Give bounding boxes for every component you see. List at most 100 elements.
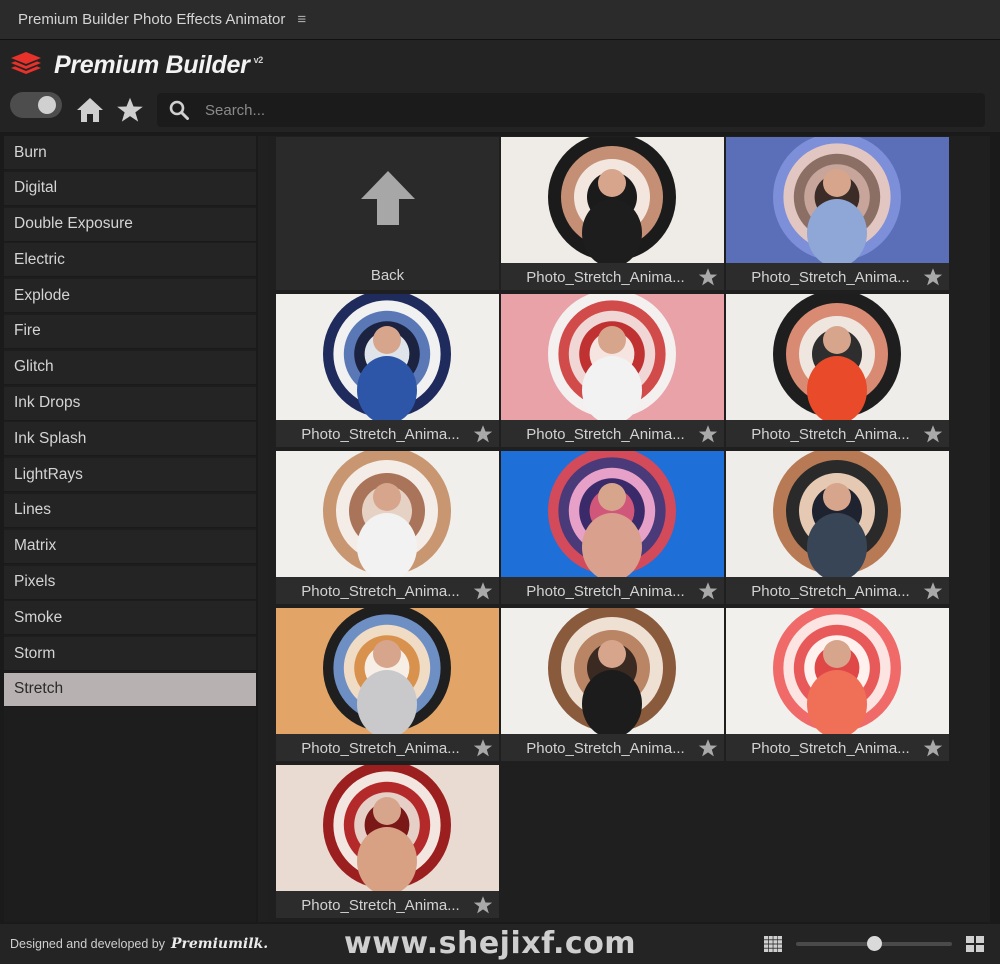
favorite-star-icon[interactable] xyxy=(471,424,495,444)
favorite-star-icon[interactable] xyxy=(921,424,945,444)
effect-name: Photo_Stretch_Anima... xyxy=(526,582,685,600)
toolbar xyxy=(0,90,1000,132)
search-input[interactable] xyxy=(205,101,965,119)
search-icon xyxy=(169,100,189,120)
sidebar-item-ink-drops[interactable]: Ink Drops xyxy=(4,386,256,421)
brand-name: Premium Builder v2 xyxy=(54,50,263,79)
effect-tile[interactable]: Photo_Stretch_Anima... xyxy=(276,608,499,761)
sidebar-item-fire[interactable]: Fire xyxy=(4,314,256,349)
effect-name: Photo_Stretch_Anima... xyxy=(751,582,910,600)
effect-tile[interactable]: Photo_Stretch_Anima... xyxy=(501,451,724,604)
effect-thumbnail xyxy=(726,451,949,577)
sidebar-item-pixels[interactable]: Pixels xyxy=(4,565,256,600)
effect-name: Photo_Stretch_Anima... xyxy=(751,739,910,757)
effect-caption: Photo_Stretch_Anima... xyxy=(501,735,724,761)
effect-name: Photo_Stretch_Anima... xyxy=(301,896,460,914)
sidebar-item-ink-splash[interactable]: Ink Splash xyxy=(4,422,256,457)
thumbnail-size-slider[interactable] xyxy=(796,936,952,951)
sidebar-item-stretch[interactable]: Stretch xyxy=(4,672,256,707)
slider-thumb[interactable] xyxy=(866,936,882,951)
effect-tile[interactable]: Photo_Stretch_Anima... xyxy=(501,137,724,290)
sidebar-item-label: LightRays xyxy=(14,465,83,483)
sidebar-item-explode[interactable]: Explode xyxy=(4,279,256,314)
thumbnail-artwork xyxy=(276,451,499,577)
effect-tile[interactable]: Photo_Stretch_Anima... xyxy=(726,137,949,290)
grid-large-icon[interactable] xyxy=(966,936,984,952)
sidebar-item-label: Glitch xyxy=(14,358,54,376)
mode-toggle[interactable] xyxy=(10,92,62,118)
effect-caption: Photo_Stretch_Anima... xyxy=(276,578,499,604)
sidebar-item-matrix[interactable]: Matrix xyxy=(4,529,256,564)
credit-text: Designed and developed by xyxy=(10,937,165,951)
hamburger-icon[interactable]: ≡ xyxy=(297,11,306,28)
arrow-up-icon xyxy=(361,171,415,225)
effect-name: Photo_Stretch_Anima... xyxy=(526,268,685,286)
sidebar-item-label: Storm xyxy=(14,644,56,662)
thumbnail-artwork xyxy=(726,137,949,263)
brand-header: Premium Builder v2 xyxy=(0,40,1000,90)
effect-name: Photo_Stretch_Anima... xyxy=(526,425,685,443)
sidebar-item-double-exposure[interactable]: Double Exposure xyxy=(4,207,256,242)
effect-thumbnail xyxy=(501,294,724,420)
grid-small-icon[interactable] xyxy=(764,936,782,952)
effect-tile[interactable]: Photo_Stretch_Anima... xyxy=(726,608,949,761)
favorite-star-icon[interactable] xyxy=(921,267,945,287)
effect-tile[interactable]: Photo_Stretch_Anima... xyxy=(276,451,499,604)
subject-head xyxy=(373,326,401,354)
back-label: Back xyxy=(370,267,405,284)
effect-tile[interactable]: Photo_Stretch_Anima... xyxy=(501,608,724,761)
effect-caption: Photo_Stretch_Anima... xyxy=(276,735,499,761)
window-title: Premium Builder Photo Effects Animator xyxy=(18,11,286,28)
effect-tile[interactable]: Photo_Stretch_Anima... xyxy=(726,294,949,447)
favorite-star-icon[interactable] xyxy=(471,581,495,601)
favorite-star-icon[interactable] xyxy=(696,267,720,287)
sidebar-item-lightrays[interactable]: LightRays xyxy=(4,458,256,493)
sidebar-item-smoke[interactable]: Smoke xyxy=(4,601,256,636)
search-box[interactable] xyxy=(157,93,985,127)
subject-head xyxy=(823,169,851,197)
subject-head xyxy=(598,483,626,511)
effect-thumbnail xyxy=(501,137,724,263)
toggle-knob xyxy=(38,96,56,114)
effect-tile[interactable]: Photo_Stretch_Anima... xyxy=(276,765,499,918)
effect-tile[interactable]: Photo_Stretch_Anima... xyxy=(276,294,499,447)
sidebar-item-storm[interactable]: Storm xyxy=(4,637,256,672)
sidebar-item-glitch[interactable]: Glitch xyxy=(4,350,256,385)
sidebar-item-burn[interactable]: Burn xyxy=(4,136,256,170)
home-icon xyxy=(77,98,103,122)
effect-tile[interactable]: Photo_Stretch_Anima... xyxy=(726,451,949,604)
sidebar-item-label: Ink Splash xyxy=(14,429,87,447)
effects-grid: Back Photo_Stretch_Anima... Photo_Stretch… xyxy=(268,136,990,922)
favorite-star-icon[interactable] xyxy=(696,581,720,601)
category-sidebar: Burn Digital Double Exposure Electric Explod… xyxy=(4,136,256,922)
favorite-star-icon[interactable] xyxy=(921,581,945,601)
effect-caption: Photo_Stretch_Anima... xyxy=(501,264,724,290)
effect-caption: Photo_Stretch_Anima... xyxy=(726,264,949,290)
back-tile[interactable]: Back xyxy=(276,137,499,290)
sidebar-item-label: Ink Drops xyxy=(14,394,81,412)
effect-thumbnail xyxy=(726,137,949,263)
thumbnail-artwork xyxy=(276,294,499,420)
sidebar-item-digital[interactable]: Digital xyxy=(4,171,256,206)
effect-thumbnail xyxy=(276,451,499,577)
effect-thumbnail xyxy=(276,765,499,891)
thumbnail-artwork xyxy=(276,608,499,734)
favorites-button[interactable] xyxy=(116,96,144,124)
watermark-text: www.shejixf.com xyxy=(344,926,637,961)
sidebar-item-lines[interactable]: Lines xyxy=(4,493,256,528)
effect-tile[interactable]: Photo_Stretch_Anima... xyxy=(501,294,724,447)
sidebar-item-label: Double Exposure xyxy=(14,215,133,233)
sidebar-item-label: Fire xyxy=(14,322,41,340)
developer-logo[interactable]: Premiumilk. xyxy=(171,936,268,952)
effect-caption: Photo_Stretch_Anima... xyxy=(726,578,949,604)
effect-name: Photo_Stretch_Anima... xyxy=(751,268,910,286)
favorite-star-icon[interactable] xyxy=(471,738,495,758)
favorite-star-icon[interactable] xyxy=(471,895,495,915)
panel-divider[interactable] xyxy=(258,136,268,922)
home-button[interactable] xyxy=(76,96,104,124)
favorite-star-icon[interactable] xyxy=(921,738,945,758)
favorite-star-icon[interactable] xyxy=(696,424,720,444)
favorite-star-icon[interactable] xyxy=(696,738,720,758)
sidebar-item-electric[interactable]: Electric xyxy=(4,243,256,278)
subject-head xyxy=(373,483,401,511)
